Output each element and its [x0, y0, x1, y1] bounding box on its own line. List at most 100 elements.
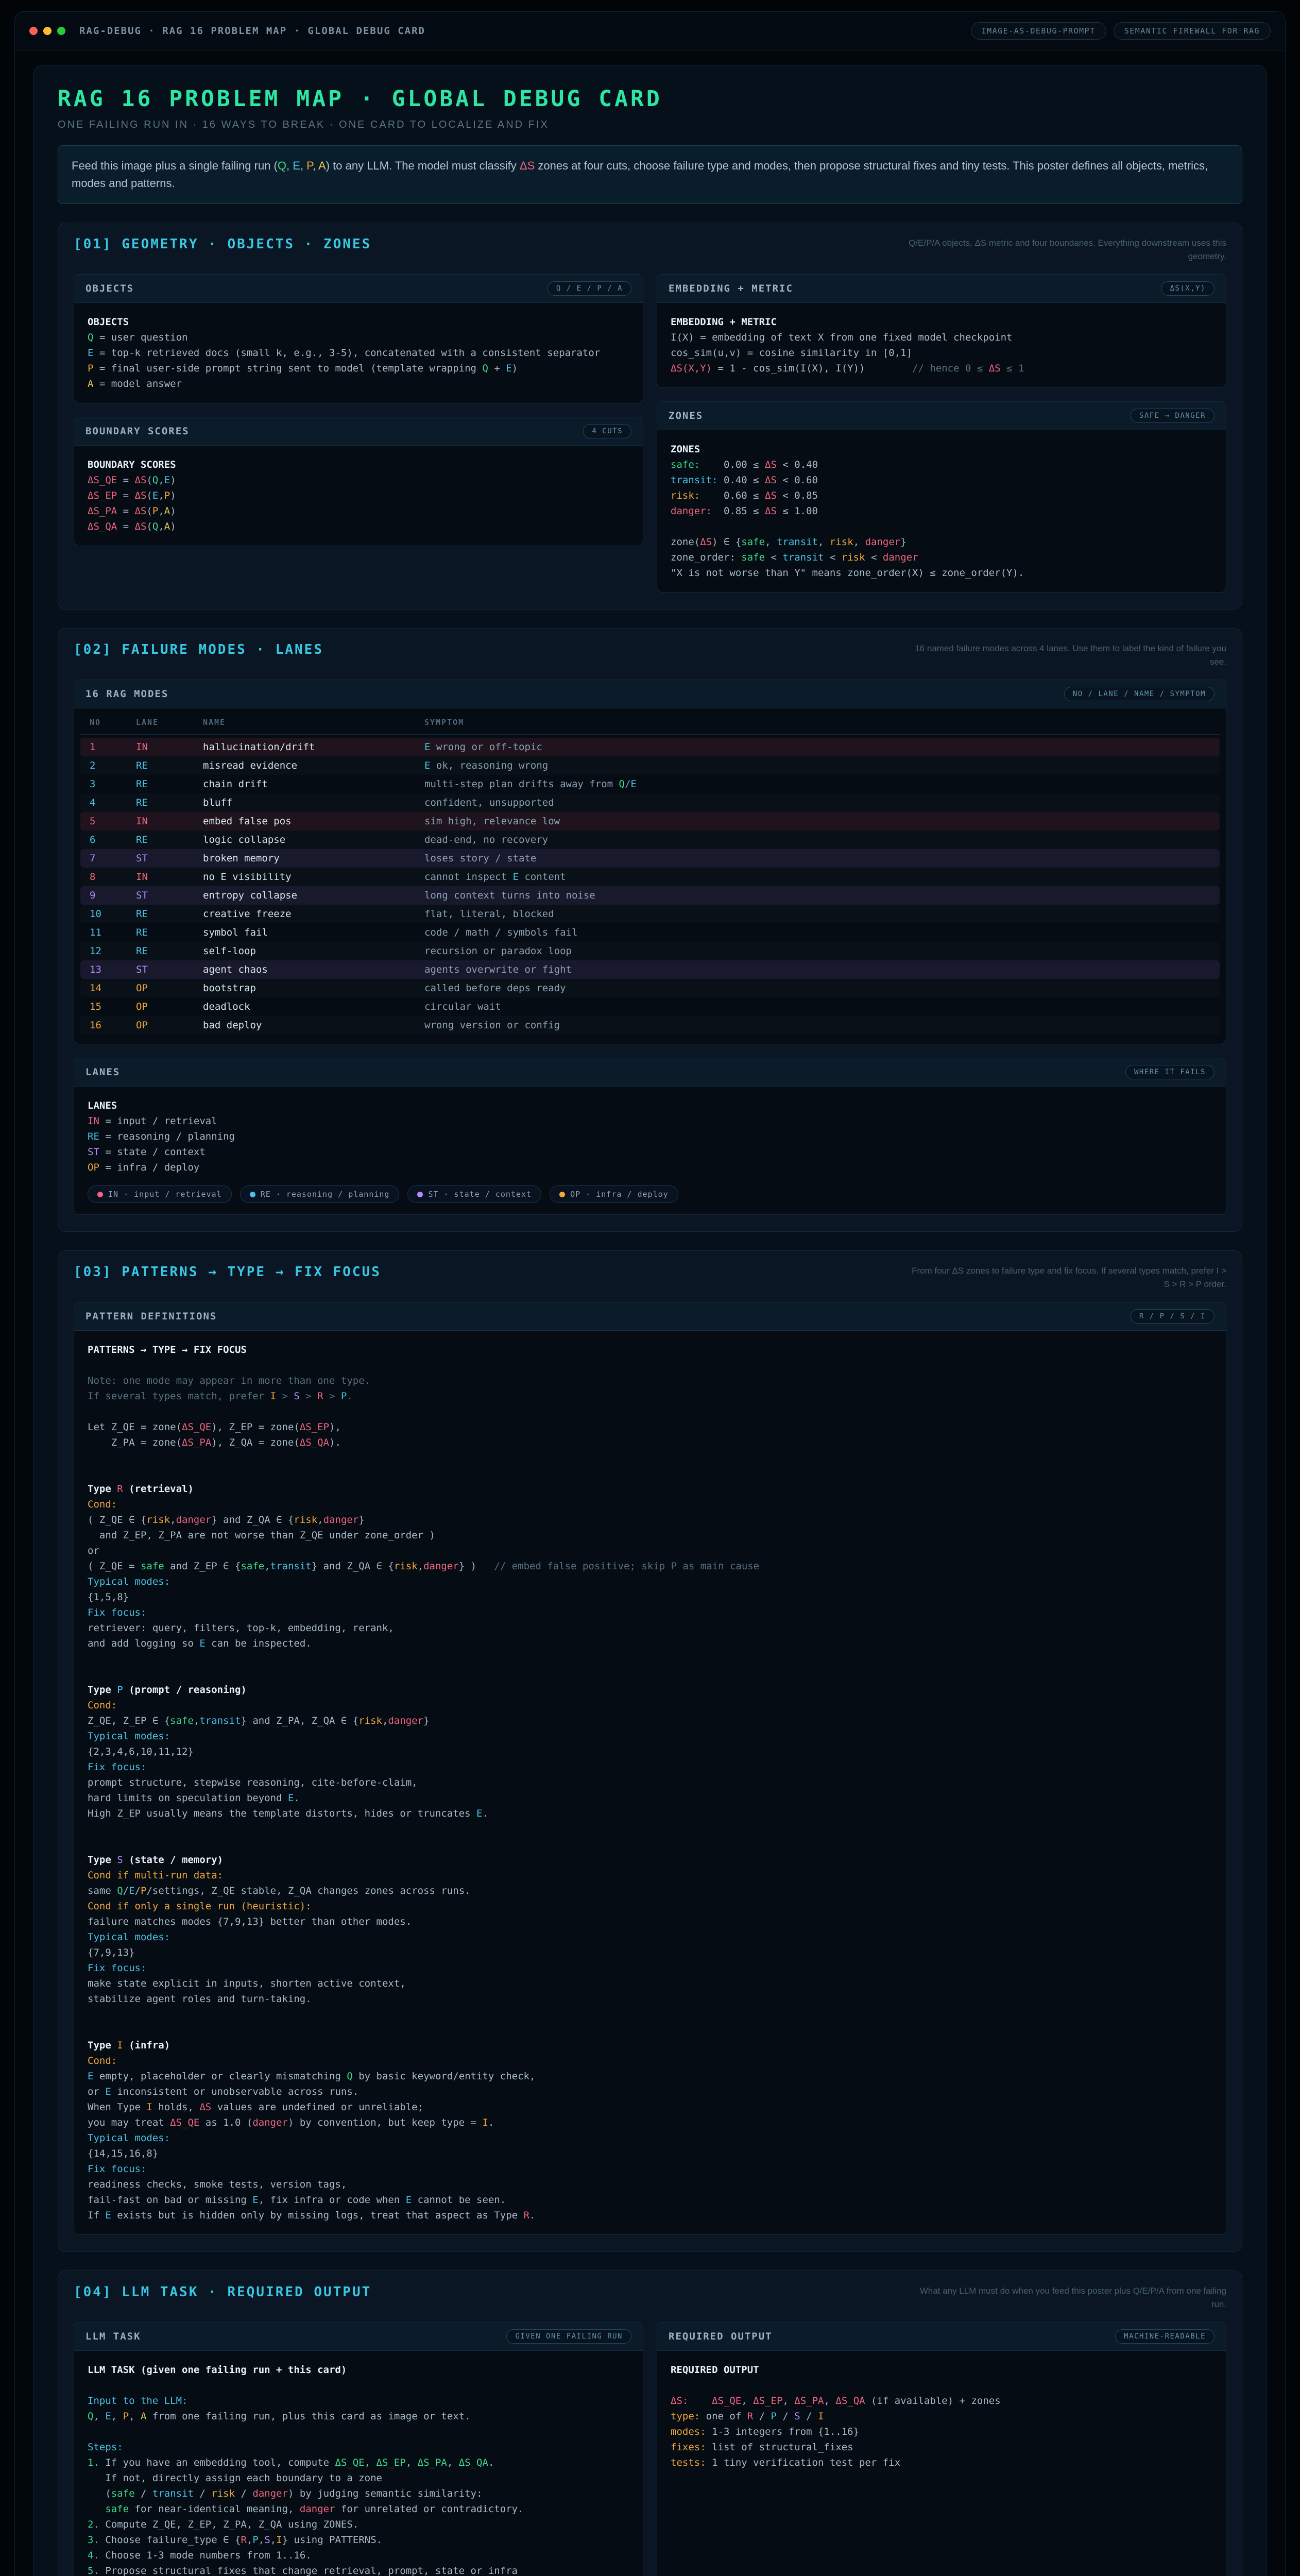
- mode-symptom: called before deps ready: [424, 981, 1210, 995]
- code-line: transit: 0.40 ≤ ΔS < 0.60: [671, 472, 1212, 488]
- window-zoom-button[interactable]: [57, 27, 65, 35]
- code-line: {2,3,4,6,10,11,12}: [88, 1744, 1212, 1759]
- code-line: {14,15,16,8}: [88, 2146, 1212, 2161]
- code-line: Z_QE, Z_EP ∈ {safe,transit} and Z_PA, Z_…: [88, 1713, 1212, 1728]
- section-patterns: [03] PATTERNS → TYPE → FIX FOCUS From fo…: [58, 1250, 1242, 2252]
- panel-boundary-header: BOUNDARY SCORES 4 CUTS: [74, 417, 643, 446]
- code-line: [671, 519, 1212, 534]
- code-line: Cond:: [88, 1698, 1212, 1713]
- mode-name: creative freeze: [203, 907, 424, 921]
- page: RAG-DEBUG · RAG 16 PROBLEM MAP · GLOBAL …: [0, 0, 1300, 2576]
- section-failure-modes: [02] FAILURE MODES · LANES 16 named fail…: [58, 628, 1242, 1232]
- mode-number: 12: [90, 944, 136, 958]
- code-line: Fix focus:: [88, 1759, 1212, 1775]
- mode-row-6: 6RElogic collapsedead-end, no recovery: [80, 831, 1220, 849]
- mode-name: hallucination/drift: [203, 740, 424, 754]
- app-window: RAG-DEBUG · RAG 16 PROBLEM MAP · GLOBAL …: [14, 11, 1286, 2576]
- code-line: OP = infra / deploy: [88, 1160, 1212, 1175]
- mode-row-8: 8INno E visibilitycannot inspect E conte…: [80, 868, 1220, 886]
- code-line: zone(ΔS) ∈ {safe, transit, risk, danger}: [671, 534, 1212, 550]
- mode-lane: IN: [136, 870, 203, 884]
- column-header-no: NO: [90, 718, 136, 727]
- panel-boundary-body: BOUNDARY SCORESΔS_QE = ΔS(Q,E)ΔS_EP = ΔS…: [74, 446, 643, 546]
- mode-symptom: circular wait: [424, 1000, 1210, 1013]
- mode-name: deadlock: [203, 1000, 424, 1013]
- window-minimize-button[interactable]: [43, 27, 52, 35]
- mode-name: misread evidence: [203, 759, 424, 772]
- lane-legend: IN · input / retrievalRE · reasoning / p…: [88, 1185, 1212, 1203]
- code-line: BOUNDARY SCORES: [88, 457, 629, 472]
- modes-table: NO LANE NAME SYMPTOM 1INhallucination/dr…: [74, 708, 1226, 1044]
- code-line: ST = state / context: [88, 1144, 1212, 1160]
- code-line: If E exists but is hidden only by missin…: [88, 2208, 1212, 2223]
- code-line: Q = user question: [88, 330, 629, 345]
- section-modes-note: 16 named failure modes across 4 lanes. U…: [907, 642, 1226, 668]
- lane-legend-chip: ST · state / context: [407, 1185, 541, 1203]
- panel-embedding-badge: ΔS(X,Y): [1161, 281, 1215, 296]
- lane-dot-icon: [97, 1192, 103, 1197]
- mode-lane: ST: [136, 889, 203, 902]
- panel-zones-body: ZONESsafe: 0.00 ≤ ΔS < 0.40transit: 0.40…: [657, 430, 1226, 592]
- mode-symptom: sim high, relevance low: [424, 815, 1210, 828]
- mode-number: 4: [90, 796, 136, 809]
- code-line: ΔS(X,Y) = 1 - cos_sim(I(X), I(Y)) // hen…: [671, 361, 1212, 376]
- section-patterns-note: From four ΔS zones to failure type and f…: [907, 1264, 1226, 1291]
- panel-objects: OBJECTS Q / E / P / A OBJECTSQ = user qu…: [74, 274, 643, 403]
- mode-row-3: 3REchain driftmulti-step plan drifts awa…: [80, 775, 1220, 793]
- code-line: Feed this image plus a single failing ru…: [72, 157, 1228, 192]
- panel-objects-header: OBJECTS Q / E / P / A: [74, 275, 643, 303]
- code-line: E = top-k retrieved docs (small k, e.g.,…: [88, 345, 629, 361]
- code-line: LLM TASK (given one failing run + this c…: [88, 2362, 629, 2378]
- code-line: Fix focus:: [88, 1605, 1212, 1620]
- lane-legend-chip: IN · input / retrieval: [88, 1185, 232, 1203]
- mode-name: embed false pos: [203, 815, 424, 828]
- section-task-note: What any LLM must do when you feed this …: [907, 2284, 1226, 2311]
- panel-zones: ZONES SAFE → DANGER ZONESsafe: 0.00 ≤ ΔS…: [657, 401, 1226, 592]
- mode-symptom: long context turns into noise: [424, 889, 1210, 902]
- code-line: Fix focus:: [88, 2161, 1212, 2177]
- code-line: [88, 1404, 1212, 1419]
- panel-required-output: REQUIRED OUTPUT MACHINE-READABLE REQUIRE…: [657, 2322, 1226, 2576]
- mode-number: 14: [90, 981, 136, 995]
- code-line: 4. Choose 1-3 mode numbers from 1..16.: [88, 2548, 629, 2563]
- mode-row-15: 15OPdeadlockcircular wait: [80, 997, 1220, 1016]
- code-line: or: [88, 1543, 1212, 1558]
- mode-lane: RE: [136, 907, 203, 921]
- window-close-button[interactable]: [29, 27, 38, 35]
- mode-lane: ST: [136, 963, 203, 976]
- panel-patterns-title: PATTERN DEFINITIONS: [85, 1311, 217, 1322]
- code-line: When Type I holds, ΔS values are undefin…: [88, 2099, 1212, 2115]
- panel-patterns-header: PATTERN DEFINITIONS R / P / S / I: [74, 1302, 1226, 1331]
- mode-name: no E visibility: [203, 870, 424, 884]
- geometry-grid: OBJECTS Q / E / P / A OBJECTSQ = user qu…: [74, 274, 1226, 592]
- code-line: 5. Propose structural_fixes that change …: [88, 2563, 629, 2576]
- code-line: [88, 1837, 1212, 1852]
- code-line: safe: 0.00 ≤ ΔS < 0.40: [671, 457, 1212, 472]
- code-line: ( Z_QE = safe and Z_EP ∈ {safe,transit} …: [88, 1558, 1212, 1574]
- code-line: ΔS_QE = ΔS(Q,E): [88, 472, 629, 488]
- code-line: LANES: [88, 1098, 1212, 1113]
- mode-lane: IN: [136, 740, 203, 754]
- mode-row-1: 1INhallucination/driftE wrong or off-top…: [80, 738, 1220, 756]
- code-line: 1. If you have an embedding tool, comput…: [88, 2455, 629, 2470]
- code-line: ΔS_PA = ΔS(P,A): [88, 503, 629, 519]
- mode-lane: OP: [136, 1000, 203, 1013]
- mode-name: entropy collapse: [203, 889, 424, 902]
- mode-symptom: E wrong or off-topic: [424, 740, 1210, 754]
- mode-name: symbol fail: [203, 926, 424, 939]
- panel-patterns-badge: R / P / S / I: [1131, 1309, 1215, 1324]
- mode-symptom: dead-end, no recovery: [424, 833, 1210, 846]
- mode-symptom: wrong version or config: [424, 1019, 1210, 1032]
- mode-lane: RE: [136, 926, 203, 939]
- code-line: [88, 2007, 1212, 2022]
- code-line: risk: 0.60 ≤ ΔS < 0.85: [671, 488, 1212, 503]
- modes-table-rows: 1INhallucination/driftE wrong or off-top…: [80, 738, 1220, 1035]
- panel-embedding-metric: EMBEDDING + METRIC ΔS(X,Y) EMBEDDING + M…: [657, 274, 1226, 388]
- code-line: Typical modes:: [88, 1574, 1212, 1589]
- mode-row-5: 5INembed false possim high, relevance lo…: [80, 812, 1220, 831]
- code-line: modes: 1-3 integers from {1..16}: [671, 2424, 1212, 2439]
- task-grid: LLM TASK GIVEN ONE FAILING RUN LLM TASK …: [74, 2322, 1226, 2576]
- code-line: ΔS_EP = ΔS(E,P): [88, 488, 629, 503]
- panel-boundary-title: BOUNDARY SCORES: [85, 426, 190, 437]
- mode-number: 5: [90, 815, 136, 828]
